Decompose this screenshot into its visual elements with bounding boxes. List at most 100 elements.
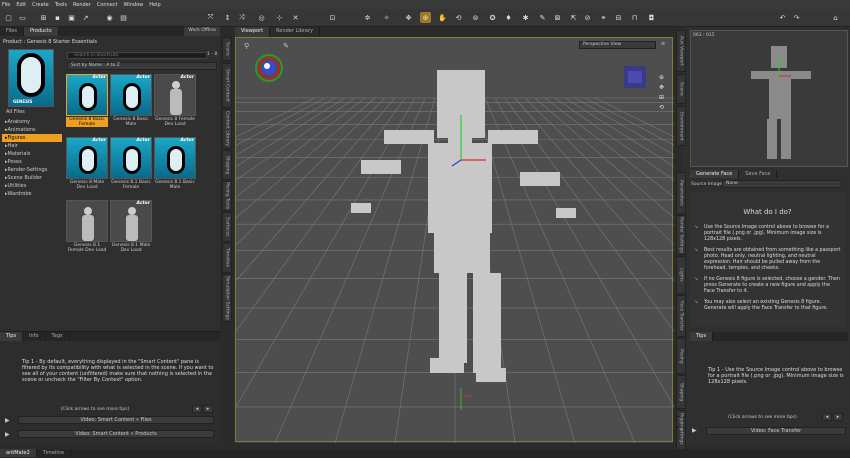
node-icon[interactable]: ⊹ — [274, 12, 285, 23]
tab-generate-face[interactable]: Generate Face — [690, 170, 740, 178]
save-as-icon[interactable]: ▣ — [66, 12, 77, 23]
rvtab-face-transfer[interactable]: Face Transfer — [676, 295, 686, 337]
video-products-button[interactable]: Video: Smart Content » Products — [18, 430, 214, 438]
spot-render-icon[interactable]: ⊡ — [327, 12, 338, 23]
tab-info[interactable]: Info — [23, 332, 46, 341]
content-card[interactable]: Actor Genesis 8 Male Dev Load — [66, 137, 108, 194]
category-anatomy[interactable]: ▸ Anatomy — [2, 118, 62, 126]
orbit-icon[interactable]: ⊚ — [470, 12, 481, 23]
menu-file[interactable]: File — [2, 2, 10, 8]
save-icon[interactable]: ▪ — [52, 12, 63, 23]
menu-edit[interactable]: Edit — [16, 2, 26, 8]
rvtab-aux-viewport[interactable]: Aux Viewport — [676, 30, 686, 72]
work-offline-button[interactable]: Work Offline — [184, 27, 220, 36]
camera-icon[interactable]: ◎ — [256, 12, 267, 23]
vtab-timeline[interactable]: Timeline — [222, 243, 232, 273]
category-utilities[interactable]: ▸ Utilities — [2, 182, 62, 190]
redo-icon[interactable]: ↷ — [791, 12, 802, 23]
camera-select-icon[interactable]: ⚲ — [244, 42, 249, 50]
figure-icon[interactable]: ♦ — [503, 12, 514, 23]
joint-editor-icon[interactable]: ⟲ — [453, 12, 464, 23]
node-select-icon[interactable]: ⤧ — [205, 12, 216, 23]
product-thumbnail[interactable]: GENESIS — [8, 49, 54, 107]
right-tip-next-button[interactable]: ▸ — [833, 413, 843, 421]
category-materials[interactable]: ▸ Materials — [2, 150, 62, 158]
vtab-scene[interactable]: Scene — [222, 37, 232, 61]
vtab-content-library[interactable]: Content Library — [222, 109, 232, 149]
video-face-transfer-button[interactable]: Video: Face Transfer — [706, 427, 846, 435]
aux-viewport[interactable]: 063 : 015 — [690, 30, 848, 167]
tip-next-button[interactable]: ▸ — [203, 405, 213, 413]
rvtab-shaping[interactable]: Shaping — [676, 375, 686, 409]
vtab-surfaces[interactable]: Surfaces — [222, 212, 232, 242]
universal-tool-icon[interactable]: ✥ — [403, 12, 414, 23]
view-mode-dropdown[interactable]: Perspective View — [579, 41, 656, 49]
content-card[interactable]: Genesis 8.1 Female Dev Load — [66, 200, 108, 257]
category-poses[interactable]: ▸ Poses — [2, 158, 62, 166]
select-tool-icon[interactable]: ⇱ — [568, 12, 579, 23]
scale-icon[interactable]: ✕ — [290, 12, 301, 23]
tab-render-library[interactable]: Render Library — [270, 27, 320, 37]
lock-icon[interactable]: ⊓ — [629, 12, 640, 23]
vtab-smart-content[interactable]: Smart Content — [222, 63, 232, 108]
right-tip-prev-button[interactable]: ◂ — [822, 413, 832, 421]
rvtab-rigging[interactable]: Rigging — [676, 413, 686, 431]
vtab-simulation-settings[interactable]: Simulation Settings — [222, 274, 232, 322]
menu-connect[interactable]: Connect — [97, 2, 118, 8]
tab-tips[interactable]: Tips — [0, 332, 24, 341]
menu-help[interactable]: Help — [149, 2, 160, 8]
tab-files[interactable]: Files — [0, 27, 24, 36]
all-files-label[interactable]: All Files — [6, 109, 25, 115]
vtab-shaping[interactable]: Shaping — [222, 150, 232, 180]
category-hair[interactable]: ▸ Hair — [2, 142, 62, 150]
content-card[interactable]: Actor Genesis 8 Basic Female — [66, 74, 108, 131]
lasso-icon[interactable]: ⊘ — [582, 12, 593, 23]
content-card[interactable]: Actor Genesis 8.1 Basic Female — [110, 137, 152, 194]
render-settings-icon[interactable]: ▤ — [118, 12, 129, 23]
video-files-button[interactable]: Video: Smart Content » Files — [18, 416, 214, 424]
rvtab-environment[interactable]: Environment — [676, 106, 686, 146]
category-scene-builder[interactable]: ▸ Scene Builder — [2, 174, 62, 182]
rvtab-lights[interactable]: Lights — [676, 256, 686, 294]
tip-prev-button[interactable]: ◂ — [192, 405, 202, 413]
home-icon[interactable]: ⌂ — [830, 12, 841, 23]
category-animations[interactable]: ▸ Animations — [2, 126, 62, 134]
link-icon[interactable]: ⚭ — [598, 12, 609, 23]
merge-icon[interactable]: ⊞ — [38, 12, 49, 23]
tab-tags[interactable]: Tags — [46, 332, 70, 341]
brush-icon[interactable]: ✎ — [537, 12, 548, 23]
content-card[interactable]: Actor Genesis 8 Female Dev Load — [154, 74, 196, 131]
render-icon[interactable]: ◉ — [104, 12, 115, 23]
active-pose-icon[interactable]: ✋ — [437, 12, 448, 23]
grid-icon[interactable]: ⊟ — [613, 12, 624, 23]
viewport[interactable]: ⚲ ✎ Perspective View ≡ ⊕ ✥ ⊞ ⟲ — [0, 37, 850, 444]
content-card[interactable]: Actor Genesis 8.1 Male Dev Load — [110, 200, 152, 257]
viewport-nav-icons[interactable]: ⊕ ✥ ⊞ ⟲ — [659, 73, 664, 113]
category-wardrobe[interactable]: ▸ Wardrobe — [2, 190, 62, 198]
tab-tips-right[interactable]: Tips — [690, 332, 714, 341]
menu-render[interactable]: Render — [73, 2, 91, 8]
tab-antmate[interactable]: antMate2 — [0, 449, 37, 457]
open-icon[interactable]: ▭ — [17, 12, 28, 23]
new-scene-icon[interactable]: ▢ — [3, 12, 14, 23]
viewport-menu-icon[interactable]: ≡ — [661, 41, 665, 47]
tab-viewport[interactable]: Viewport — [235, 27, 271, 37]
category-figures[interactable]: ▸ Figures — [2, 134, 62, 142]
menu-create[interactable]: Create — [32, 2, 49, 8]
content-card[interactable]: Actor Genesis 8 Basic Male — [110, 74, 152, 131]
rvtab-render-settings[interactable]: Render Settings — [676, 215, 686, 255]
translate-icon[interactable]: ↕ — [222, 12, 233, 23]
export-icon[interactable]: ↗ — [80, 12, 91, 23]
rvtab-scene[interactable]: Scene — [676, 74, 686, 104]
geometry-icon[interactable]: ⊠ — [552, 12, 563, 23]
pose-icon[interactable]: ✪ — [487, 12, 498, 23]
universal-tool-active-icon[interactable]: ⊕ — [420, 12, 431, 23]
menu-window[interactable]: Window — [124, 2, 144, 8]
undo-icon[interactable]: ↶ — [777, 12, 788, 23]
sort-dropdown[interactable]: Sort by Name : A to Z — [67, 62, 217, 70]
surface-icon[interactable]: ✱ — [520, 12, 531, 23]
vtab-posing-tools[interactable]: Posing Tools — [222, 181, 232, 211]
region-icon[interactable]: ✧ — [381, 12, 392, 23]
gear-tool-icon[interactable]: ✲ — [362, 12, 373, 23]
lighting-select-icon[interactable]: ✎ — [283, 42, 289, 50]
